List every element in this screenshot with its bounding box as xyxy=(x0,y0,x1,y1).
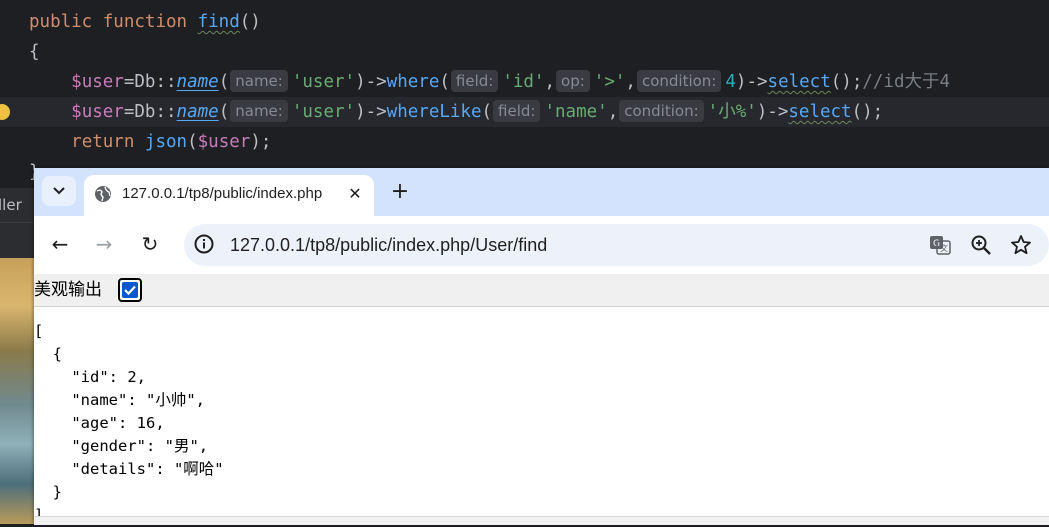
code-token: Db xyxy=(134,72,156,92)
page-content: 美观输出 [ { "id": 2, "name": "小帅", "age": 1… xyxy=(34,274,1049,525)
url-text: 127.0.0.1/tp8/public/index.php/User/find xyxy=(230,235,548,255)
ide-file-tab[interactable]: ller xyxy=(0,188,34,222)
browser-window: 127.0.0.1/tp8/public/index.php/User/find… xyxy=(34,168,1049,525)
code-token: json xyxy=(144,132,188,152)
new-tab-button[interactable]: + xyxy=(386,178,414,206)
code-token: '>' xyxy=(593,72,626,92)
code-token: select xyxy=(767,72,831,92)
code-token: = xyxy=(123,102,135,122)
code-token: ( xyxy=(218,102,230,122)
code-token: 'id' xyxy=(502,72,545,92)
parameter-hint: field: xyxy=(450,70,499,92)
code-token: ( xyxy=(218,72,230,92)
site-info-icon[interactable] xyxy=(194,234,214,254)
checkbox-fill xyxy=(122,282,138,298)
checkmark-icon xyxy=(124,285,136,296)
pretty-print-checkbox[interactable] xyxy=(118,278,142,302)
parameter-hint: name: xyxy=(230,100,288,122)
code-token: whereLike xyxy=(386,102,482,122)
code-token: ); xyxy=(250,132,272,152)
code-token: $user xyxy=(197,132,251,152)
forward-button[interactable]: → xyxy=(90,230,118,258)
code-editor[interactable]: public function find(){ $user=Db::name(n… xyxy=(0,0,1049,190)
code-token: )-> xyxy=(756,102,789,122)
code-line[interactable]: public function find() xyxy=(0,7,1049,37)
back-button[interactable]: ← xyxy=(46,230,74,258)
code-token: ( xyxy=(481,102,493,122)
code-token: '小%' xyxy=(707,102,757,122)
globe-icon xyxy=(95,186,111,202)
code-token: (); xyxy=(851,102,884,122)
code-token: //id大于4 xyxy=(862,72,951,92)
parameter-hint: condition: xyxy=(636,70,722,92)
json-output: [ { "id": 2, "name": "小帅", "age": 16, "g… xyxy=(34,322,224,524)
code-token: )-> xyxy=(355,102,387,122)
code-token: :: xyxy=(155,72,177,92)
tab-close-button[interactable]: ✕ xyxy=(344,183,366,205)
code-token: 4 xyxy=(725,72,736,92)
svg-text:文: 文 xyxy=(940,243,948,253)
code-token: )-> xyxy=(355,72,387,92)
tab-title: 127.0.0.1/tp8/public/index.php/User/find xyxy=(122,185,322,202)
code-token: ( xyxy=(439,72,450,92)
pretty-print-label: 美观输出 xyxy=(34,280,102,300)
code-token: name xyxy=(176,72,219,92)
code-token: )-> xyxy=(735,72,768,92)
code-token: , xyxy=(544,72,556,92)
code-token: (); xyxy=(830,72,863,92)
browser-toolbar: ← → ↻ 127.0.0.1/tp8/public/index.php/Use… xyxy=(34,216,1049,274)
browser-tab[interactable]: 127.0.0.1/tp8/public/index.php/User/find… xyxy=(84,175,374,216)
code-token: Db xyxy=(134,102,156,122)
ide-sidebar-panel xyxy=(0,222,34,259)
parameter-hint: field: xyxy=(493,100,541,122)
code-token: select xyxy=(788,102,852,122)
code-token: , xyxy=(625,72,636,92)
code-line[interactable]: $user=Db::name(name:'user')->where(field… xyxy=(0,67,1049,97)
address-bar[interactable]: 127.0.0.1/tp8/public/index.php/User/find… xyxy=(184,224,1049,266)
parameter-hint: condition: xyxy=(619,100,704,122)
parameter-hint: op: xyxy=(556,70,590,92)
code-token: return xyxy=(71,132,145,152)
code-token: $user xyxy=(71,72,124,92)
code-token: 'user' xyxy=(291,72,356,92)
code-token: function xyxy=(102,12,198,32)
code-token: () xyxy=(239,12,261,32)
code-token: = xyxy=(123,72,135,92)
code-token: public xyxy=(29,12,103,32)
tab-search-button[interactable] xyxy=(42,176,76,206)
code-token: ( xyxy=(187,132,198,152)
desktop-wallpaper xyxy=(0,258,34,524)
code-line[interactable]: $user=Db::name(name:'user')->whereLike(f… xyxy=(0,97,1049,127)
ide-left-strip: ller xyxy=(0,188,34,524)
code-token: :: xyxy=(155,102,177,122)
bookmark-star-icon[interactable] xyxy=(1010,234,1032,256)
code-token: 'name' xyxy=(544,102,608,122)
reload-button[interactable]: ↻ xyxy=(136,230,164,258)
parameter-hint: name: xyxy=(230,70,288,92)
pretty-print-bar: 美观输出 xyxy=(34,274,1049,307)
zoom-icon[interactable] xyxy=(970,234,992,256)
code-line[interactable]: { xyxy=(0,37,1049,67)
code-token: 'user' xyxy=(291,102,356,122)
translate-icon[interactable]: G 文 xyxy=(929,234,951,256)
code-line[interactable]: return json($user); xyxy=(0,127,1049,157)
code-token: $user xyxy=(71,102,124,122)
tab-strip: 127.0.0.1/tp8/public/index.php/User/find… xyxy=(34,168,1049,216)
code-token: , xyxy=(607,102,619,122)
chevron-down-icon xyxy=(53,187,65,195)
code-token: { xyxy=(29,42,40,62)
code-token: find xyxy=(197,12,240,32)
code-token: where xyxy=(386,72,440,92)
code-token: name xyxy=(176,102,219,122)
